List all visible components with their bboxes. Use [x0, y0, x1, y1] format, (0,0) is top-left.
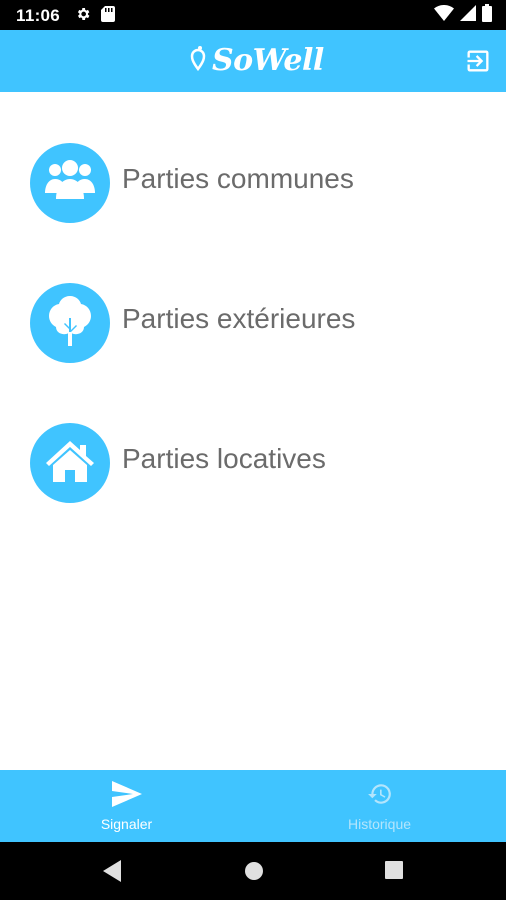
tab-label: Signaler: [100, 815, 153, 832]
menu-icon-circle: [30, 283, 110, 363]
home-icon[interactable]: [243, 860, 265, 887]
status-right-icons: [434, 3, 492, 27]
recents-icon[interactable]: [384, 860, 404, 885]
tree-icon: [46, 294, 94, 353]
menu-item-label: Parties extérieures: [122, 303, 356, 334]
bottom-nav: Signaler Historique: [0, 770, 506, 842]
status-bar: 11:06: [0, 0, 506, 30]
send-icon: [111, 780, 142, 812]
logout-icon: [464, 50, 492, 79]
status-left-icons: [75, 5, 115, 27]
house-icon: [44, 439, 96, 488]
logout-button[interactable]: [464, 47, 492, 75]
tab-historique[interactable]: Historique: [253, 770, 506, 842]
menu-item-parties-locatives[interactable]: Parties locatives: [30, 422, 490, 504]
signal-icon: [460, 4, 476, 26]
app-logo-text: SoWell: [212, 42, 324, 78]
sd-card-icon: [101, 5, 115, 27]
gear-icon: [75, 6, 91, 27]
group-icon: [43, 159, 97, 208]
menu-icon-circle: [30, 423, 110, 503]
tab-label: Historique: [347, 815, 412, 832]
battery-icon: [482, 3, 492, 27]
history-icon: [366, 781, 394, 812]
menu-item-parties-communes[interactable]: Parties communes: [30, 142, 490, 224]
back-icon[interactable]: [101, 860, 123, 887]
status-time: 11:06: [16, 6, 61, 25]
menu-icon-circle: [30, 143, 110, 223]
wifi-icon: [434, 4, 454, 26]
app-bar: SoWell: [0, 30, 506, 92]
system-nav-bar: [0, 842, 506, 900]
menu-item-label: Parties communes: [122, 163, 354, 194]
tab-signaler[interactable]: Signaler: [0, 770, 253, 842]
pin-icon: [190, 45, 206, 76]
app-logo: SoWell: [190, 42, 324, 78]
menu-item-parties-exterieures[interactable]: Parties extérieures: [30, 282, 490, 364]
menu-item-label: Parties locatives: [122, 443, 326, 474]
